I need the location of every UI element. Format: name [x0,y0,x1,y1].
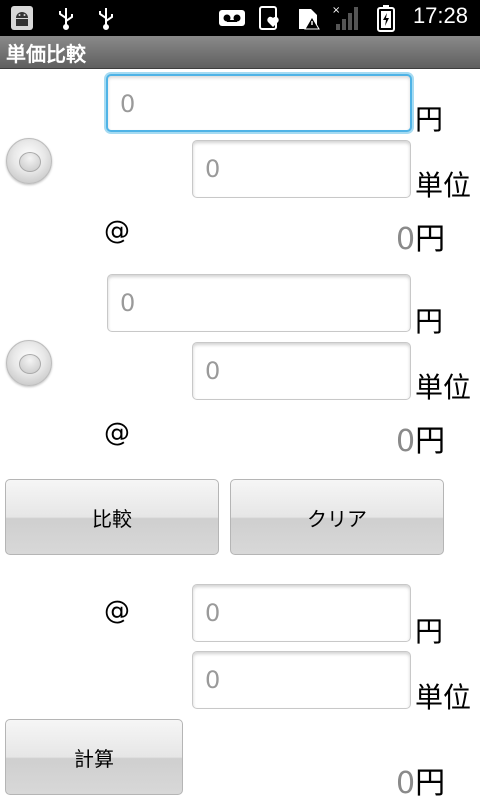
item2-result-unit: 円 [415,424,446,459]
item2-result-value: 0 [396,424,416,459]
clock: 17:28 [412,3,468,28]
item1-result-unit: 円 [415,222,446,257]
item2-unit-input[interactable]: 0 [192,342,411,400]
sd-warning-icon [294,4,322,32]
calc-count-unit: 単位 [415,681,472,714]
title-bar: 単価比較 [0,36,480,69]
calc-result-value: 0 [396,766,416,800]
item2-count-unit: 単位 [415,371,472,404]
item1-radio[interactable] [6,138,52,184]
item1-unit-input[interactable]: 0 [192,140,411,198]
android-debug-icon [8,4,36,32]
item2-result: 0円 [396,416,445,460]
battery-icon [372,4,400,32]
calc-result: 0円 [396,758,445,800]
app-title: 単価比較 [6,42,86,66]
item1-result: 0円 [396,214,445,258]
item1-result-value: 0 [396,222,416,257]
item2-radio[interactable] [6,340,52,386]
usb-icon [52,4,80,32]
favorite-icon [256,4,284,32]
item1-price-unit: 円 [415,103,444,136]
item2-price-unit: 円 [415,305,444,338]
item1-price-input[interactable]: 0 [106,74,412,132]
status-bar: × 17:28 [0,0,480,36]
signal-icon: × [332,4,360,32]
item2-at-label: @ [104,418,130,448]
item1-count-unit: 単位 [415,169,472,202]
calc-result-unit: 円 [415,766,446,800]
item1-at-label: @ [104,216,130,246]
clear-button[interactable]: クリア [230,479,444,555]
calc-button[interactable]: 計算 [5,719,183,795]
calc-price-unit: 円 [415,615,444,648]
calc-price-input[interactable]: 0 [192,584,411,642]
voicemail-icon [218,4,246,32]
svg-text:×: × [332,5,340,16]
item2-price-input[interactable]: 0 [107,274,411,332]
calc-at-label: @ [104,596,130,626]
calc-unit-input[interactable]: 0 [192,651,411,709]
usb-icon [92,4,120,32]
compare-button[interactable]: 比較 [5,479,219,555]
